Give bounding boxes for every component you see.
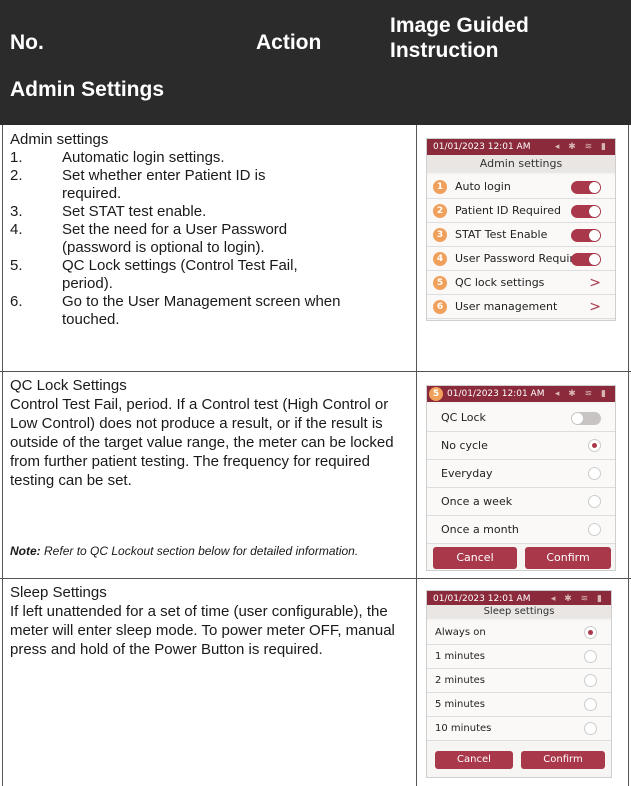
radio-button[interactable] (584, 674, 597, 687)
option-once-a-week[interactable]: Once a week (427, 488, 615, 516)
setting-qc-lock[interactable]: 5 QC lock settings > (427, 271, 615, 295)
option-label: Always on (435, 627, 486, 638)
list-number: 5. (10, 257, 23, 274)
option-1-minutes[interactable]: 1 minutes (427, 645, 611, 669)
table-header: No. Action Image Guided Instruction Admi… (0, 0, 631, 125)
option-label: No cycle (441, 439, 488, 452)
step-badge: 5 (433, 276, 447, 290)
section-title: Admin Settings (10, 78, 165, 101)
qc-title: QC Lock Settings (10, 377, 127, 394)
list-number: 4. (10, 221, 23, 238)
option-5-minutes[interactable]: 5 minutes (427, 693, 611, 717)
option-label: 10 minutes (435, 723, 492, 734)
list-item: Set whether enter Patient ID is required… (62, 167, 266, 202)
toggle-switch[interactable] (571, 253, 601, 266)
note-text: Refer to QC Lockout section below for de… (44, 544, 359, 558)
option-label: Everyday (441, 467, 493, 480)
status-time: 01/01/2023 12:01 AM (447, 389, 545, 399)
screen-title: Admin settings (427, 155, 615, 173)
column-header-image-guided-instruction: Image Guided Instruction (390, 14, 529, 62)
qc-description: Control Test Fail, period. If a Control … (10, 396, 394, 489)
option-once-a-month[interactable]: Once a month (427, 516, 615, 544)
chevron-right-icon: > (589, 299, 601, 315)
status-time: 01/01/2023 12:01 AM (433, 594, 531, 604)
confirm-button[interactable]: Confirm (525, 547, 611, 569)
step-badge: 6 (433, 300, 447, 314)
status-time: 01/01/2023 12:01 AM (433, 142, 531, 152)
radio-button[interactable] (584, 722, 597, 735)
setting-label: User Password Required (455, 252, 588, 265)
radio-button[interactable] (588, 523, 601, 536)
status-bar: 01/01/2023 12:01 AM ◂ ✱ ≋ ▮ (427, 139, 615, 155)
sleep-settings-screenshot: 01/01/2023 12:01 AM ◂ ✱ ≋ ▮ Sleep settin… (426, 590, 612, 778)
setting-label: STAT Test Enable (455, 228, 548, 241)
setting-user-management[interactable]: 6 User management > (427, 295, 615, 319)
list-number: 3. (10, 203, 23, 220)
setting-patient-id-required[interactable]: 2 Patient ID Required (427, 199, 615, 223)
toggle-switch[interactable] (571, 181, 601, 194)
setting-label: Patient ID Required (455, 204, 561, 217)
toggle-switch[interactable] (571, 229, 601, 242)
cancel-button[interactable]: Cancel (433, 547, 517, 569)
setting-label: Auto login (455, 180, 511, 193)
setting-label: User management (455, 300, 558, 313)
setting-label: QC lock settings (455, 276, 545, 289)
option-label: Once a week (441, 495, 513, 508)
step-badge: 3 (433, 228, 447, 242)
radio-button[interactable] (584, 698, 597, 711)
confirm-button[interactable]: Confirm (521, 751, 605, 769)
setting-auto-login[interactable]: 1 Auto login (427, 175, 615, 199)
option-label: 1 minutes (435, 651, 486, 662)
admin-settings-screenshot: 01/01/2023 12:01 AM ◂ ✱ ≋ ▮ Admin settin… (426, 138, 616, 321)
option-always-on[interactable]: Always on (427, 621, 611, 645)
chevron-right-icon: > (589, 275, 601, 291)
qc-lock-toggle-row[interactable]: QC Lock (427, 404, 615, 432)
admin-intro: Admin settings (10, 131, 109, 148)
step-badge: 1 (433, 180, 447, 194)
step-badge: 5 (429, 387, 443, 401)
option-10-minutes[interactable]: 10 minutes (427, 717, 611, 741)
step-badge: 4 (433, 252, 447, 266)
list-item: Automatic login settings. (62, 149, 225, 166)
column-header-no: No. (10, 31, 44, 54)
toggle-switch[interactable] (571, 205, 601, 218)
radio-button[interactable] (588, 439, 601, 452)
list-number: 1. (10, 149, 23, 166)
setting-label: QC Lock (441, 411, 486, 424)
qc-lock-screenshot: 01/01/2023 12:01 AM ◂ ✱ ≋ ▮ 5 QC Lock No… (426, 385, 616, 571)
column-header-action: Action (256, 31, 322, 54)
sleep-title: Sleep Settings (10, 584, 107, 601)
status-bar: 01/01/2023 12:01 AM ◂ ✱ ≋ ▮ (427, 386, 615, 402)
list-number: 2. (10, 167, 23, 184)
list-item: QC Lock settings (Control Test Fail, per… (62, 257, 298, 292)
list-item: Set STAT test enable. (62, 203, 207, 220)
option-2-minutes[interactable]: 2 minutes (427, 669, 611, 693)
step-badge: 2 (433, 204, 447, 218)
list-item: Set the need for a User Password (passwo… (62, 221, 288, 256)
list-number: 6. (10, 293, 23, 310)
option-no-cycle[interactable]: No cycle (427, 432, 615, 460)
radio-button[interactable] (584, 650, 597, 663)
toggle-switch[interactable] (571, 412, 601, 425)
radio-button[interactable] (588, 467, 601, 480)
cancel-button[interactable]: Cancel (435, 751, 513, 769)
option-label: 5 minutes (435, 699, 486, 710)
option-everyday[interactable]: Everyday (427, 460, 615, 488)
note-label: Note: (10, 544, 41, 558)
setting-stat-test-enable[interactable]: 3 STAT Test Enable (427, 223, 615, 247)
qc-note: Note: Refer to QC Lockout section below … (10, 544, 390, 559)
radio-button[interactable] (584, 626, 597, 639)
option-label: 2 minutes (435, 675, 486, 686)
list-item: Go to the User Management screen when to… (62, 293, 341, 328)
setting-user-password-required[interactable]: 4 User Password Required (427, 247, 615, 271)
status-icons: ◂ ✱ ≋ ▮ (554, 142, 609, 152)
sleep-description: If left unattended for a set of time (us… (10, 603, 395, 658)
status-icons: ◂ ✱ ≋ ▮ (554, 389, 609, 399)
radio-button[interactable] (588, 495, 601, 508)
screen-title: Sleep settings (427, 605, 611, 619)
option-label: Once a month (441, 523, 519, 536)
